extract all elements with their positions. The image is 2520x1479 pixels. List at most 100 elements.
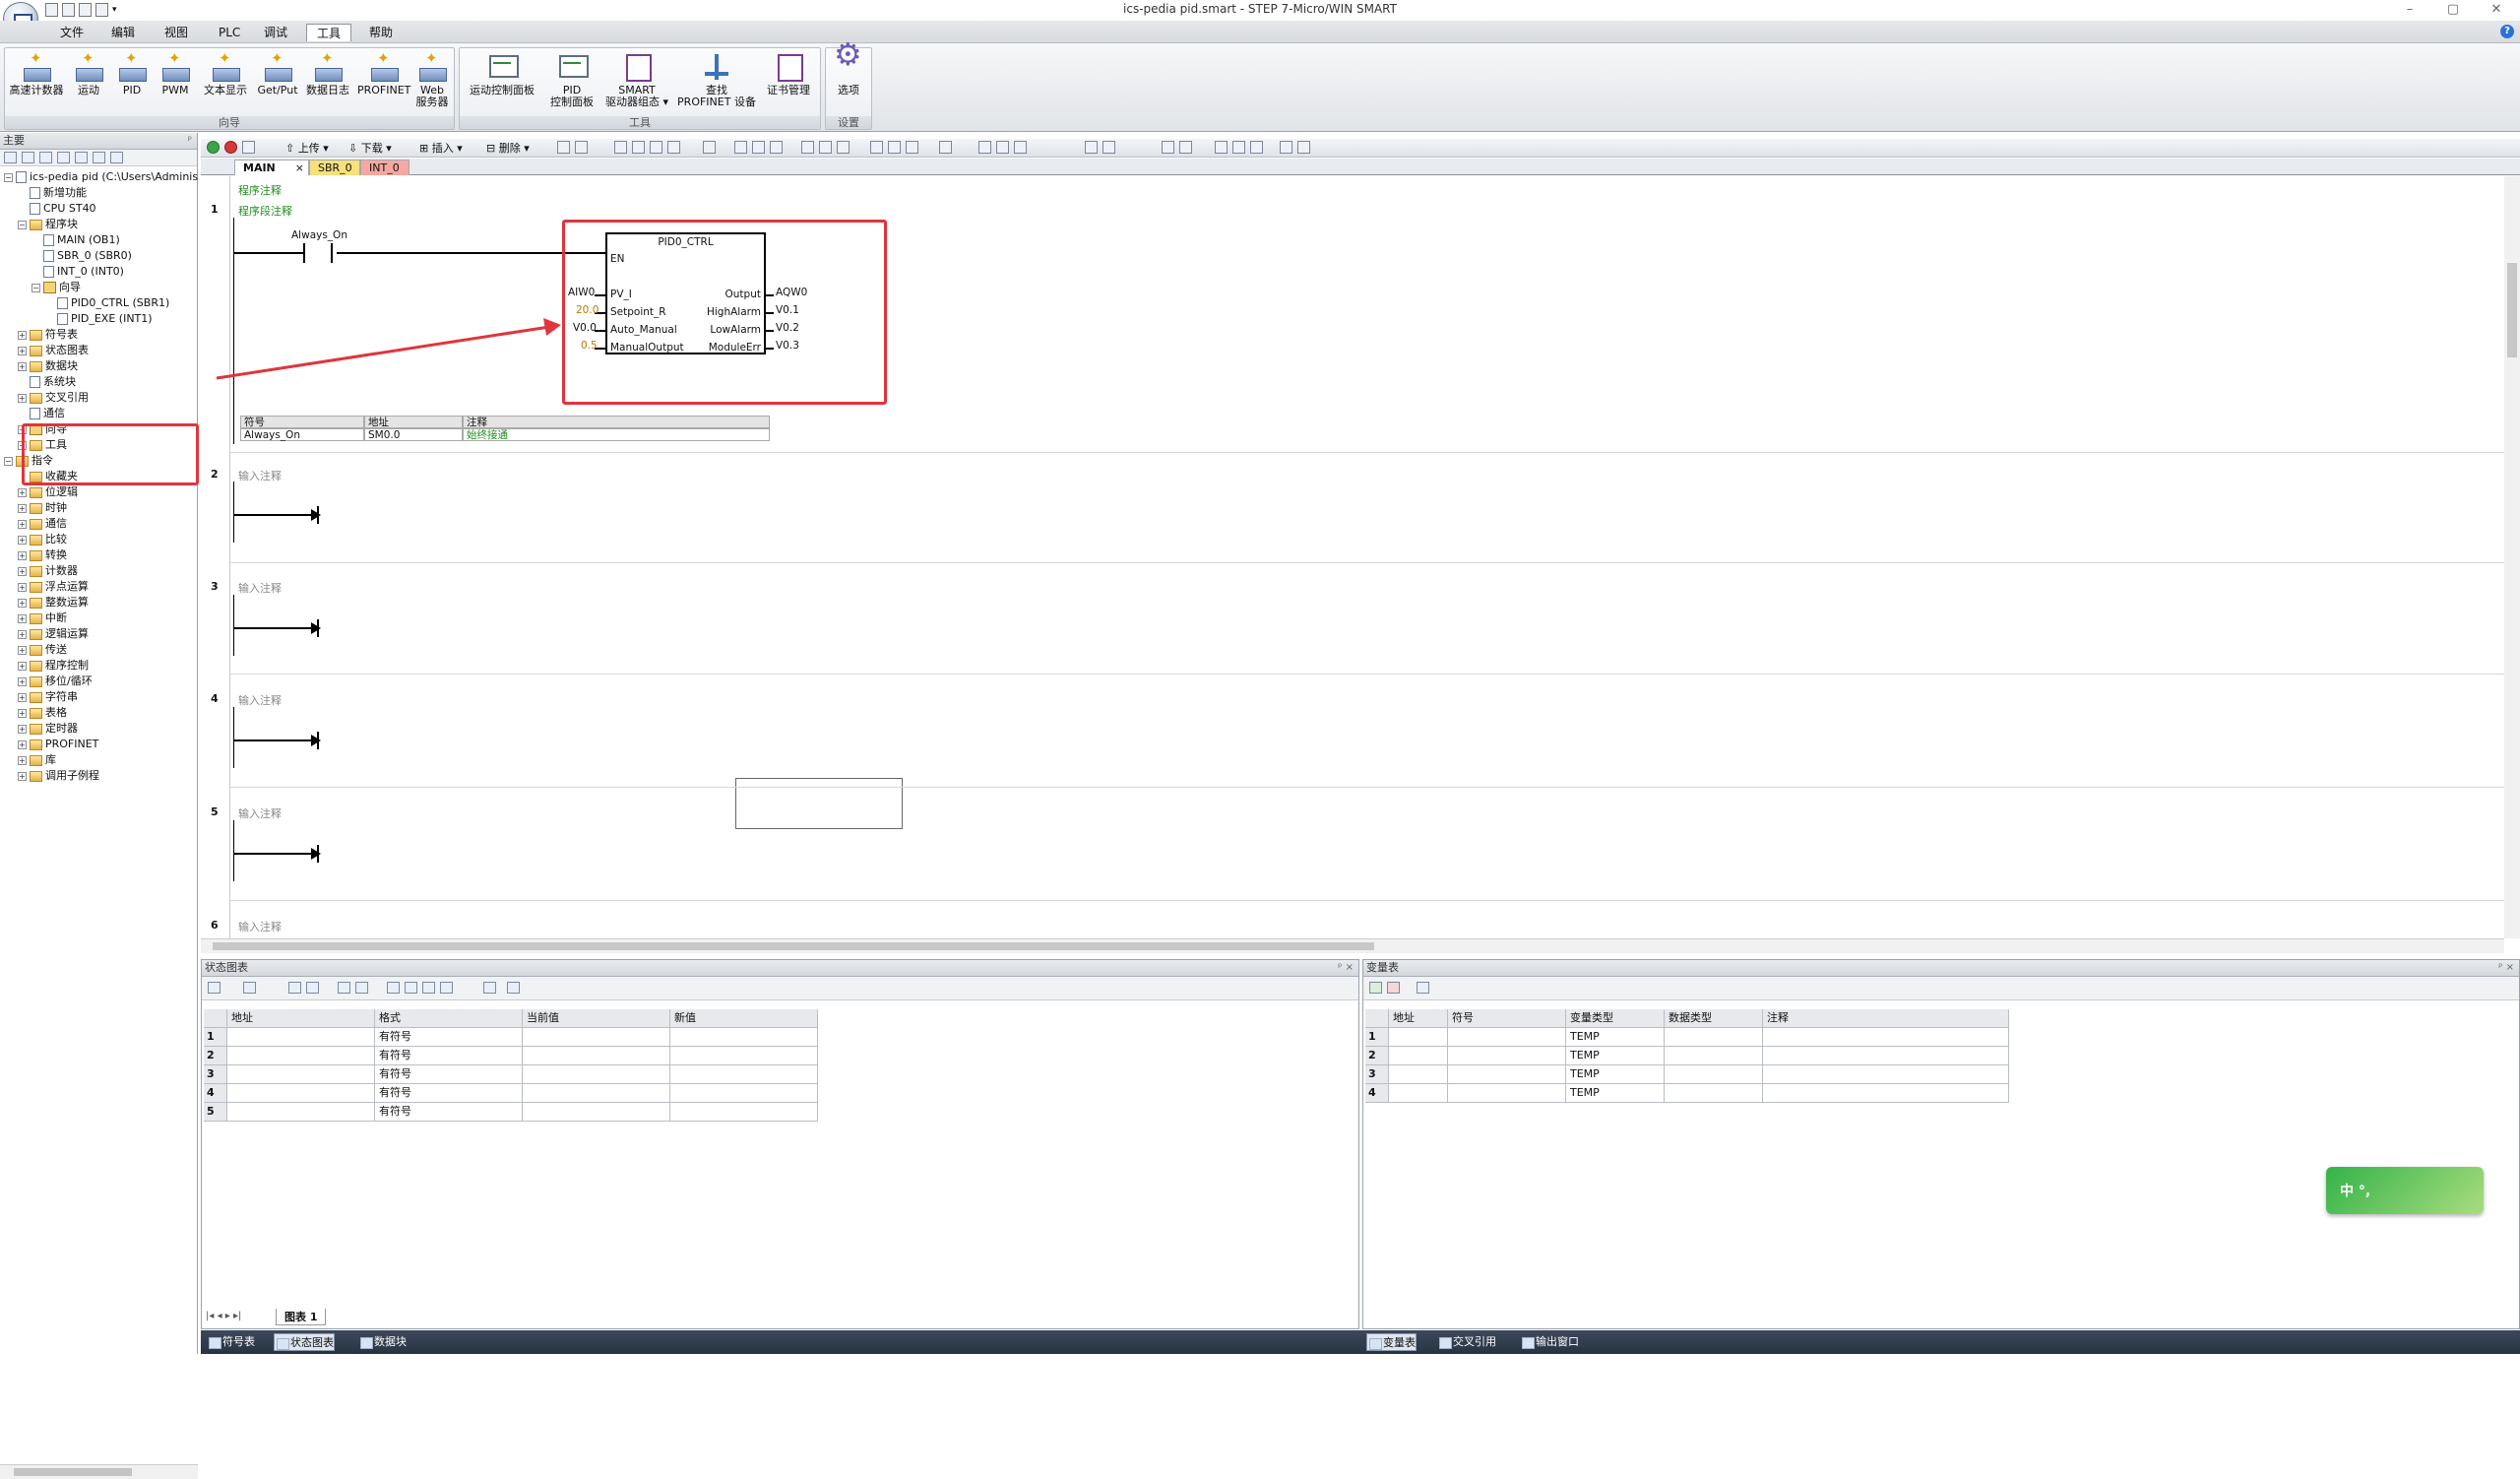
chart-tool-icon[interactable] <box>338 982 350 994</box>
tree-item[interactable]: + 表格 <box>18 705 67 721</box>
table-cell[interactable]: 有符号 <box>375 1028 523 1047</box>
table-cell[interactable] <box>1448 1028 1566 1047</box>
expand-icon[interactable]: + <box>18 503 27 513</box>
pid-control-panel-button[interactable]: PID 控制面板 <box>544 52 599 113</box>
expand-icon[interactable]: + <box>18 708 27 718</box>
table-cell[interactable] <box>1389 1065 1448 1084</box>
expand-icon[interactable]: + <box>18 676 27 686</box>
tree-item[interactable]: + 位逻辑 <box>18 484 78 500</box>
table-cell[interactable]: 有符号 <box>375 1065 523 1084</box>
expand-icon[interactable]: + <box>18 535 27 545</box>
table-cell[interactable] <box>670 1065 818 1084</box>
stop-icon[interactable] <box>224 141 237 154</box>
toolbar-icon[interactable] <box>632 141 645 154</box>
expand-icon[interactable]: + <box>18 361 27 371</box>
table-cell[interactable] <box>227 1065 375 1084</box>
expand-icon[interactable]: + <box>18 519 27 529</box>
tree-item[interactable]: + 程序控制 <box>18 658 89 674</box>
sheet-nav-icons[interactable]: |◂ ◂ ▸ ▸| <box>206 1311 241 1321</box>
column-header[interactable]: 当前值 <box>523 1009 670 1028</box>
tree-item[interactable]: + PROFINET <box>18 737 98 752</box>
tree-tool-icon[interactable] <box>75 152 88 163</box>
tree-item[interactable]: + 整数运算 <box>18 595 89 611</box>
expand-icon[interactable]: + <box>18 487 27 497</box>
column-header[interactable]: 变量类型 <box>1566 1009 1665 1028</box>
menu-tools[interactable]: 工具 <box>306 24 352 41</box>
toolbar-icon[interactable] <box>888 141 901 154</box>
expand-icon[interactable]: + <box>18 566 27 576</box>
close-tab-icon[interactable]: × <box>295 161 304 175</box>
expand-icon[interactable]: + <box>18 661 27 671</box>
toolbar-icon[interactable] <box>1280 141 1292 154</box>
certificate-manager-button[interactable]: 证书管理 <box>759 52 818 113</box>
tree-item[interactable]: 通信 <box>18 406 65 421</box>
toolbar-icon[interactable] <box>1102 141 1115 154</box>
expand-icon[interactable]: + <box>18 629 27 639</box>
upload-button[interactable]: ⇧ 上传 ▾ <box>285 141 329 156</box>
table-cell[interactable] <box>523 1084 670 1103</box>
tree-item[interactable]: + 数据块 <box>18 358 78 374</box>
column-header[interactable]: 注释 <box>1763 1009 2009 1028</box>
network-comment[interactable]: 程序段注释 <box>238 203 292 219</box>
table-cell[interactable] <box>1448 1047 1566 1065</box>
toolbar-icon[interactable] <box>978 141 991 154</box>
tree-tool-icon[interactable] <box>4 152 17 163</box>
table-cell[interactable]: TEMP <box>1566 1028 1665 1047</box>
tree-item[interactable]: PID_EXE (INT1) <box>45 311 153 327</box>
tree-item[interactable]: CPU ST40 <box>18 201 96 217</box>
expand-icon[interactable]: + <box>18 550 27 560</box>
table-cell[interactable] <box>1763 1065 2009 1084</box>
table-cell[interactable] <box>227 1028 375 1047</box>
editor-vertical-scrollbar[interactable] <box>2504 176 2520 938</box>
toolbar-icon[interactable] <box>1232 141 1245 154</box>
toolbar-icon[interactable] <box>1297 141 1310 154</box>
table-cell[interactable] <box>1763 1028 2009 1047</box>
collapse-icon[interactable]: − <box>4 456 13 466</box>
table-cell[interactable] <box>227 1047 375 1065</box>
tab-main[interactable]: MAIN × <box>234 160 309 175</box>
tree-item[interactable]: + 符号表 <box>18 327 78 343</box>
menu-help[interactable]: 帮助 <box>359 24 403 41</box>
column-header[interactable]: 地址 <box>227 1009 375 1028</box>
tree-item[interactable]: + 状态图表 <box>18 343 89 358</box>
tree-horizontal-scrollbar[interactable] <box>0 1464 198 1479</box>
toolbar-icon[interactable] <box>557 141 570 154</box>
tab-variable-table[interactable]: 变量表 <box>1366 1333 1417 1351</box>
menu-view[interactable]: 视图 <box>155 24 198 41</box>
close-icon[interactable]: ᵖ × <box>1338 960 1354 976</box>
menu-edit[interactable]: 编辑 <box>101 24 145 41</box>
close-icon[interactable]: ᵖ × <box>2498 960 2514 976</box>
tree-item[interactable]: MAIN (OB1) <box>32 232 120 248</box>
table-cell[interactable]: 有符号 <box>375 1103 523 1122</box>
run-icon[interactable] <box>207 141 220 154</box>
expand-icon[interactable]: + <box>18 724 27 734</box>
tab-cross-reference[interactable]: 交叉引用 <box>1437 1333 1496 1351</box>
toolbar-icon[interactable] <box>1014 141 1027 154</box>
web-server-wizard-button[interactable]: Web 服务器 <box>410 52 454 113</box>
program-comment[interactable]: 程序注释 <box>238 182 282 198</box>
collapse-icon[interactable]: − <box>32 283 40 292</box>
text-display-wizard-button[interactable]: 文本显示 <box>198 52 253 113</box>
column-header[interactable]: 地址 <box>1389 1009 1448 1028</box>
tree-item[interactable]: + 通信 <box>18 516 67 532</box>
table-cell[interactable] <box>1389 1084 1448 1103</box>
table-cell[interactable] <box>670 1084 818 1103</box>
tree-item[interactable]: + 调用子例程 <box>18 768 99 784</box>
tree-item[interactable]: − 向导 <box>32 280 81 295</box>
editor-horizontal-scrollbar[interactable] <box>201 938 2504 953</box>
chart-tool-icon[interactable] <box>355 982 368 994</box>
toolbar-icon[interactable] <box>703 141 716 154</box>
smart-drive-config-button[interactable]: SMART 驱动器组态 ▾ <box>601 52 672 113</box>
tree-tool-icon[interactable] <box>57 152 70 163</box>
toolbar-icon[interactable] <box>870 141 883 154</box>
restore-button[interactable]: ▢ <box>2431 0 2475 21</box>
tree-tool-icon[interactable] <box>93 152 105 163</box>
table-cell[interactable]: 有符号 <box>375 1084 523 1103</box>
expand-icon[interactable]: + <box>18 740 27 749</box>
tree-item[interactable]: + 定时器 <box>18 721 78 737</box>
toolbar-icon[interactable] <box>1085 141 1098 154</box>
tree-item[interactable]: − 程序块 <box>18 217 78 232</box>
table-cell[interactable] <box>1763 1084 2009 1103</box>
ime-widget[interactable]: 中 °, <box>2326 1167 2484 1214</box>
chart-tool-icon[interactable] <box>405 982 417 994</box>
